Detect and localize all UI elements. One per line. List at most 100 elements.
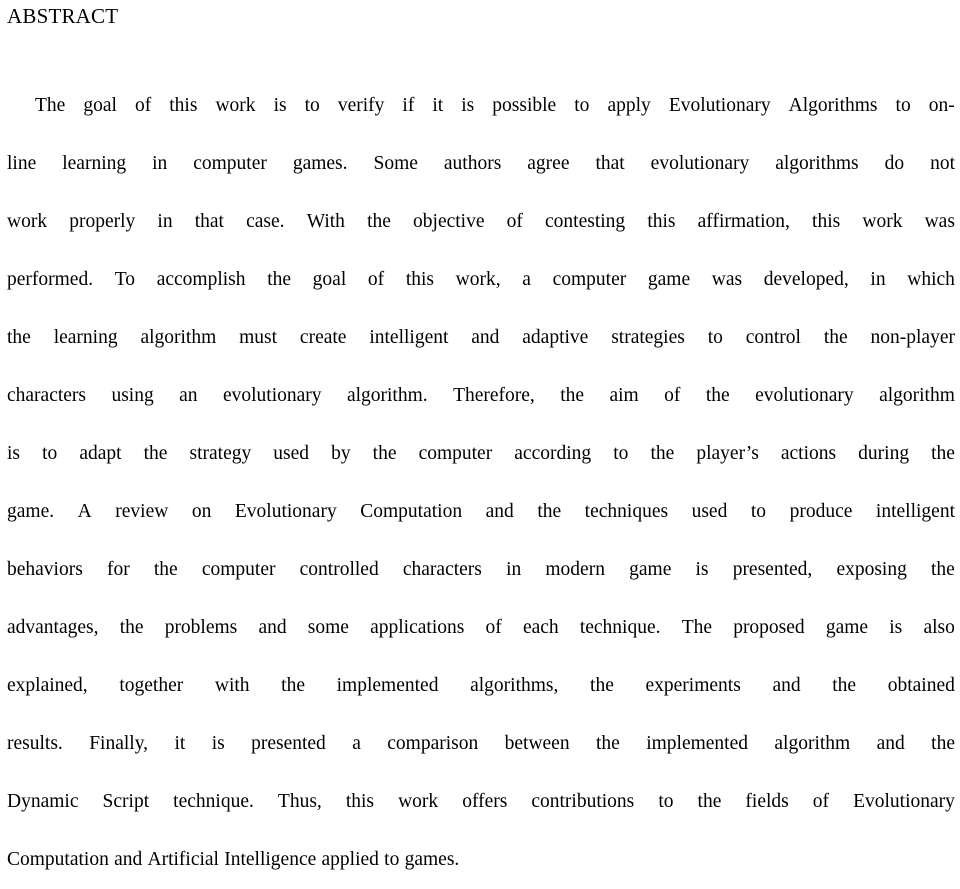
word: the [650, 443, 675, 464]
word: presented [251, 733, 326, 754]
word: properly [69, 211, 136, 232]
word: control [745, 327, 801, 348]
word: Therefore, [453, 385, 535, 406]
page-title: ABSTRACT [7, 4, 119, 28]
word: this [169, 95, 198, 116]
word: exposing [836, 559, 907, 580]
word: algorithms, [470, 675, 559, 696]
word: games. [292, 153, 348, 174]
abstract-line: Dynamic Script technique. Thus, this work offe… [7, 773, 955, 831]
word: technique. [579, 617, 661, 638]
word: experiments [645, 675, 741, 696]
word: algorithm [140, 327, 217, 348]
word: evolutionary [650, 153, 750, 174]
word: Some [373, 153, 418, 174]
word: applications [370, 617, 465, 638]
word: during [858, 443, 910, 464]
word: game. [7, 501, 55, 522]
word: to [658, 791, 674, 812]
word: work [862, 211, 903, 232]
word: the [537, 501, 562, 522]
word: the [823, 327, 848, 348]
word: to [574, 95, 590, 116]
word: is [273, 95, 287, 116]
word: review [115, 501, 169, 522]
word: and [471, 327, 500, 348]
word: and [772, 675, 801, 696]
word: modern [545, 559, 605, 580]
word: affirmation, [697, 211, 790, 232]
word: algorithms [775, 153, 859, 174]
word: player’s [696, 443, 759, 464]
word: learning [62, 153, 127, 174]
word: work [398, 791, 439, 812]
word: in [152, 153, 168, 174]
word: Evolutionary [668, 95, 771, 116]
word: and [876, 733, 905, 754]
word: performed. [7, 269, 94, 290]
word: for [106, 559, 130, 580]
abstract-line: behaviors for the computer controlled charact… [7, 541, 955, 599]
word: the [267, 269, 292, 290]
word: case. [246, 211, 285, 232]
word: Evolutionary [234, 501, 337, 522]
word: contributions [531, 791, 635, 812]
word: a [352, 733, 361, 754]
word: developed, [763, 269, 849, 290]
word: if [402, 95, 415, 116]
word: intelligent [369, 327, 449, 348]
word: goal [83, 95, 117, 116]
word: the [119, 617, 144, 638]
word: Intelligence [224, 849, 317, 870]
word: games. [404, 849, 460, 870]
word: non-player [870, 327, 955, 348]
word: to [895, 95, 911, 116]
word: Computation [360, 501, 463, 522]
word: this [812, 211, 841, 232]
word: this [345, 791, 375, 812]
abstract-line: performed. To accomplish the goal of this work,… [7, 251, 955, 309]
word: this [647, 211, 676, 232]
abstract-line: explained, together with the implemented algo… [7, 657, 955, 715]
word: in [506, 559, 522, 580]
word: of [664, 385, 681, 406]
word: some [307, 617, 349, 638]
word: the [281, 675, 305, 696]
word: was [711, 269, 743, 290]
word: strategies [611, 327, 685, 348]
word: Finally, [89, 733, 149, 754]
word: verify [337, 95, 385, 116]
word: evolutionary [755, 385, 854, 406]
word: which [907, 269, 955, 290]
word: game [629, 559, 672, 580]
word: explained, [7, 675, 88, 696]
word: A [77, 501, 92, 522]
abstract-line: game. Areview on Evolutionary Computation and… [7, 483, 955, 541]
word: the [153, 559, 178, 580]
word: game [825, 617, 869, 638]
word: techniques [584, 501, 669, 522]
word: together [119, 675, 184, 696]
abstract-line: is to adapt the strategy used by the computer acc… [7, 425, 955, 483]
word: advantages, [7, 617, 99, 638]
word: of [485, 617, 502, 638]
abstract-line: work properly in that case. With the objective o… [7, 193, 955, 251]
word: controlled [299, 559, 379, 580]
word: to [384, 849, 400, 870]
word: the [7, 327, 31, 348]
word: the [705, 385, 730, 406]
word: with [214, 675, 250, 696]
word: used [273, 443, 310, 464]
word: also [923, 617, 955, 638]
word: an [179, 385, 198, 406]
word: do [884, 153, 905, 174]
word: to [613, 443, 629, 464]
word: using [111, 385, 154, 406]
word: intelligent [875, 501, 955, 522]
word: offers [462, 791, 508, 812]
word: is [461, 95, 475, 116]
word: Thus, [277, 791, 322, 812]
word: that [595, 153, 625, 174]
word: Dynamic [7, 791, 79, 812]
word: to [42, 443, 58, 464]
